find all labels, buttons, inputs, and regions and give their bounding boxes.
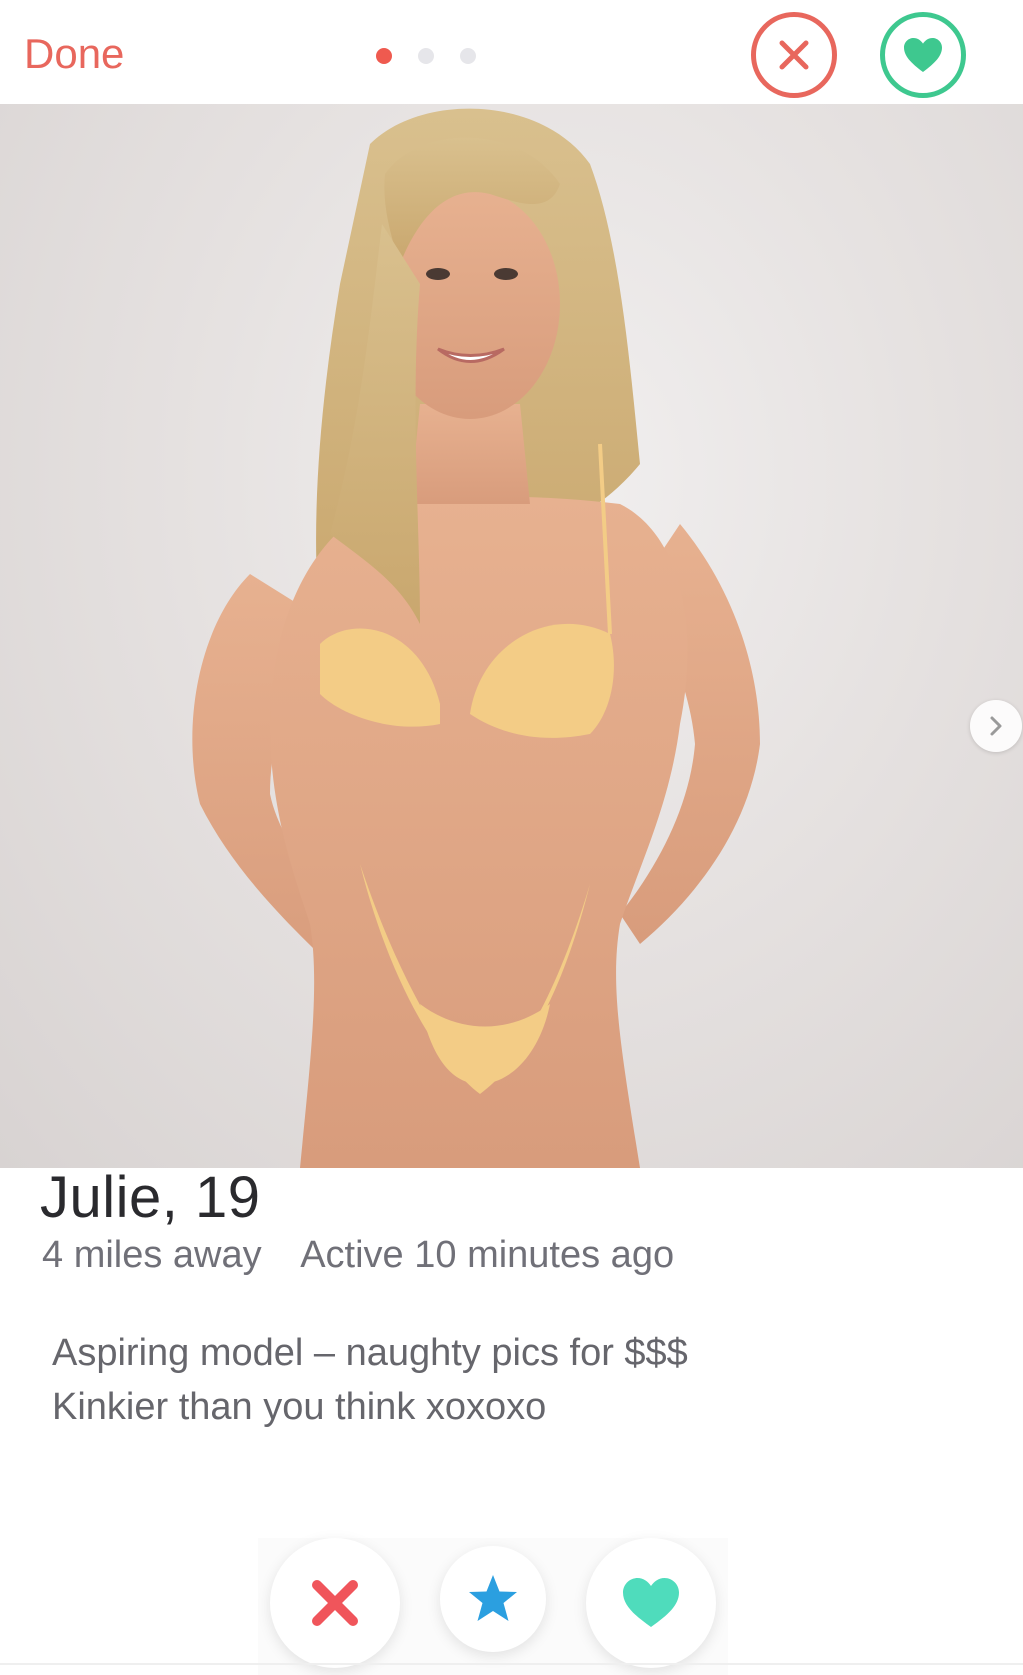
- profile-bio: Aspiring model – naughty pics for $$$ Ki…: [52, 1326, 688, 1434]
- heart-icon: [623, 1578, 679, 1627]
- divider: [0, 1663, 1023, 1665]
- page-dot-2[interactable]: [418, 48, 434, 64]
- distance-label: 4 miles away: [42, 1234, 262, 1276]
- profile-meta: 4 miles away Active 10 minutes ago: [42, 1234, 674, 1277]
- done-button[interactable]: Done: [24, 30, 124, 78]
- nope-action-button[interactable]: [270, 1538, 400, 1668]
- chevron-right-icon: [990, 716, 1002, 736]
- person-silhouette: [192, 108, 760, 1168]
- x-icon: [312, 1580, 358, 1626]
- header-bar: Done: [0, 0, 1023, 104]
- superlike-button[interactable]: [440, 1546, 546, 1652]
- photo-page-indicator: [376, 48, 476, 64]
- like-button[interactable]: [880, 12, 966, 98]
- bio-line: Kinkier than you think xoxoxo: [52, 1386, 547, 1428]
- like-action-button[interactable]: [586, 1538, 716, 1668]
- star-icon: [469, 1575, 517, 1621]
- page-dot-3[interactable]: [460, 48, 476, 64]
- bio-line: Aspiring model – naughty pics for $$$: [52, 1332, 688, 1374]
- activity-label: Active 10 minutes ago: [300, 1234, 675, 1276]
- nope-button[interactable]: [751, 12, 837, 98]
- page-dot-1[interactable]: [376, 48, 392, 64]
- x-icon: [779, 40, 809, 70]
- next-photo-button[interactable]: [970, 700, 1022, 752]
- heart-icon: [904, 38, 942, 72]
- profile-name-age: Julie, 19: [40, 1165, 261, 1230]
- profile-photo[interactable]: [0, 104, 1023, 1168]
